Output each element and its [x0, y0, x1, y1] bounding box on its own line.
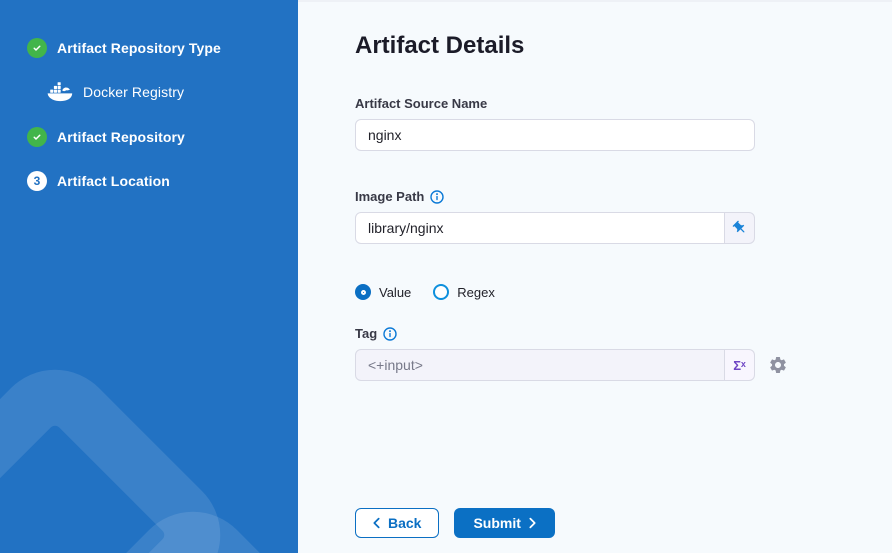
info-icon[interactable]	[430, 190, 444, 204]
tag-input[interactable]	[355, 349, 725, 381]
step-number-badge: 3	[27, 171, 47, 191]
substep-label: Docker Registry	[83, 84, 184, 100]
step-artifact-repository-type[interactable]: Artifact Repository Type	[27, 38, 298, 58]
wizard-stepper-sidebar: Artifact Repository Type	[0, 0, 298, 553]
step-label: Artifact Repository	[57, 129, 185, 145]
docker-icon	[47, 82, 73, 102]
tag-settings-button[interactable]	[768, 355, 788, 375]
expression-input-type-button[interactable]: Σˣ	[725, 349, 755, 381]
pin-fixed-value-button[interactable]	[725, 212, 755, 244]
step-artifact-repository[interactable]: Artifact Repository	[27, 127, 298, 147]
tag-type-radio-group: Value Regex	[355, 284, 852, 300]
artifact-source-name-label: Artifact Source Name	[355, 96, 487, 111]
chevron-right-icon	[529, 517, 536, 529]
gear-icon	[768, 355, 788, 375]
tag-field: Tag Σˣ	[355, 326, 852, 381]
pin-icon	[732, 220, 748, 236]
tag-label: Tag	[355, 326, 377, 341]
step-complete-check-icon	[27, 38, 47, 58]
sigma-expression-icon: Σˣ	[733, 359, 746, 372]
radio-option-value[interactable]: Value	[355, 284, 411, 300]
artifact-source-name-input[interactable]	[355, 119, 755, 151]
artifact-details-panel: Artifact Details Artifact Source Name Im…	[298, 0, 892, 553]
back-button[interactable]: Back	[355, 508, 439, 538]
image-path-field: Image Path	[355, 189, 852, 244]
substep-docker-registry[interactable]: Docker Registry	[27, 82, 298, 102]
radio-selected-icon	[355, 284, 371, 300]
info-icon[interactable]	[383, 327, 397, 341]
radio-label: Value	[379, 285, 411, 300]
chevron-left-icon	[373, 517, 380, 529]
page-title: Artifact Details	[355, 32, 852, 60]
submit-button[interactable]: Submit	[454, 508, 554, 538]
radio-option-regex[interactable]: Regex	[433, 284, 495, 300]
step-complete-check-icon	[27, 127, 47, 147]
app-window: Artifact Repository Type	[0, 0, 892, 553]
step-label: Artifact Repository Type	[57, 40, 221, 56]
wizard-actions: Back Submit	[355, 508, 852, 538]
image-path-label: Image Path	[355, 189, 424, 204]
step-label: Artifact Location	[57, 173, 170, 189]
back-button-label: Back	[388, 515, 421, 531]
submit-button-label: Submit	[473, 515, 520, 531]
radio-label: Regex	[457, 285, 495, 300]
image-path-input[interactable]	[355, 212, 725, 244]
radio-unselected-icon	[433, 284, 449, 300]
artifact-source-name-field: Artifact Source Name	[355, 96, 852, 151]
step-artifact-location[interactable]: 3 Artifact Location	[27, 171, 298, 191]
